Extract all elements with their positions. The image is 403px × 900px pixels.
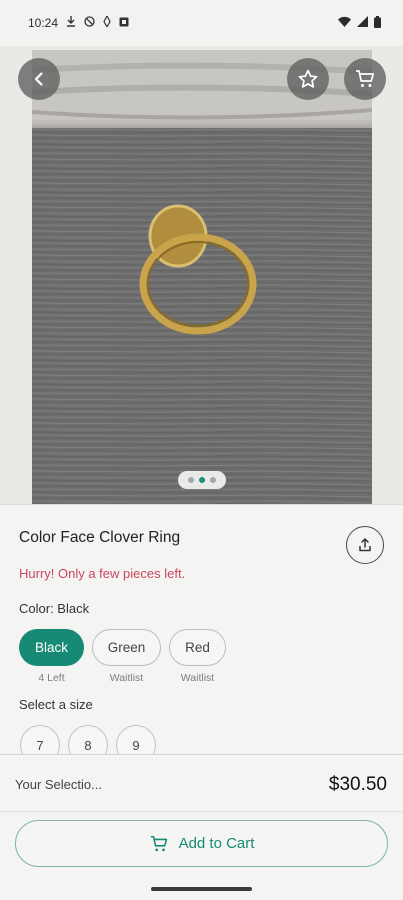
color-option-red: Red Waitlist <box>169 629 226 684</box>
carousel-dot[interactable] <box>210 477 216 483</box>
nfc-icon <box>103 14 111 30</box>
status-time: 10:24 <box>28 16 59 30</box>
selection-label[interactable]: Your Selectio... <box>15 777 102 792</box>
cart-icon <box>356 70 375 87</box>
color-option-green: Green Waitlist <box>92 629 161 684</box>
product-title: Color Face Clover Ring <box>19 529 181 546</box>
color-stock-red: Waitlist <box>180 672 215 684</box>
carousel-dot[interactable] <box>188 477 194 483</box>
signal-icon <box>357 16 368 30</box>
star-icon <box>298 69 318 88</box>
back-button[interactable] <box>18 58 60 100</box>
size-label: Select a size <box>19 697 93 712</box>
cart-button[interactable] <box>344 58 386 100</box>
wifi-icon <box>338 16 351 30</box>
color-chip-black[interactable]: Black <box>19 629 84 666</box>
color-option-black: Black 4 Left <box>19 629 84 684</box>
notification-icon <box>119 17 129 30</box>
download-icon <box>66 16 76 30</box>
share-icon <box>359 538 371 552</box>
product-photo <box>32 50 372 504</box>
cart-icon <box>150 835 167 851</box>
add-to-cart-button[interactable]: Add to Cart <box>15 820 388 867</box>
color-label: Color: Black <box>19 601 90 616</box>
color-chip-green[interactable]: Green <box>92 629 161 666</box>
divider <box>0 811 403 812</box>
color-stock-black: 4 Left <box>38 672 65 684</box>
status-left: 10:24 <box>28 14 129 30</box>
add-to-cart-label: Add to Cart <box>178 835 255 852</box>
urgency-message: Hurry! Only a few pieces left. <box>19 566 186 581</box>
price: $30.50 <box>328 774 387 795</box>
carousel-dot-active[interactable] <box>199 477 205 483</box>
favorite-button[interactable] <box>287 58 329 100</box>
share-button[interactable] <box>346 526 384 564</box>
color-chip-red[interactable]: Red <box>169 629 226 666</box>
dnd-icon <box>84 16 95 30</box>
home-indicator[interactable] <box>151 887 252 891</box>
product-image-carousel[interactable] <box>0 46 403 504</box>
product-details: Color Face Clover Ring Hurry! Only a few… <box>0 504 403 765</box>
carousel-dots <box>178 471 226 489</box>
status-right <box>338 15 381 31</box>
battery-icon <box>374 15 381 31</box>
color-stock-green: Waitlist <box>109 672 144 684</box>
bottom-bar: Your Selectio... $30.50 Add to Cart <box>0 754 403 900</box>
color-options: Black 4 Left Green Waitlist Red Waitlist <box>19 629 226 684</box>
status-bar: 10:24 <box>0 0 403 46</box>
chevron-left-icon <box>34 72 43 86</box>
